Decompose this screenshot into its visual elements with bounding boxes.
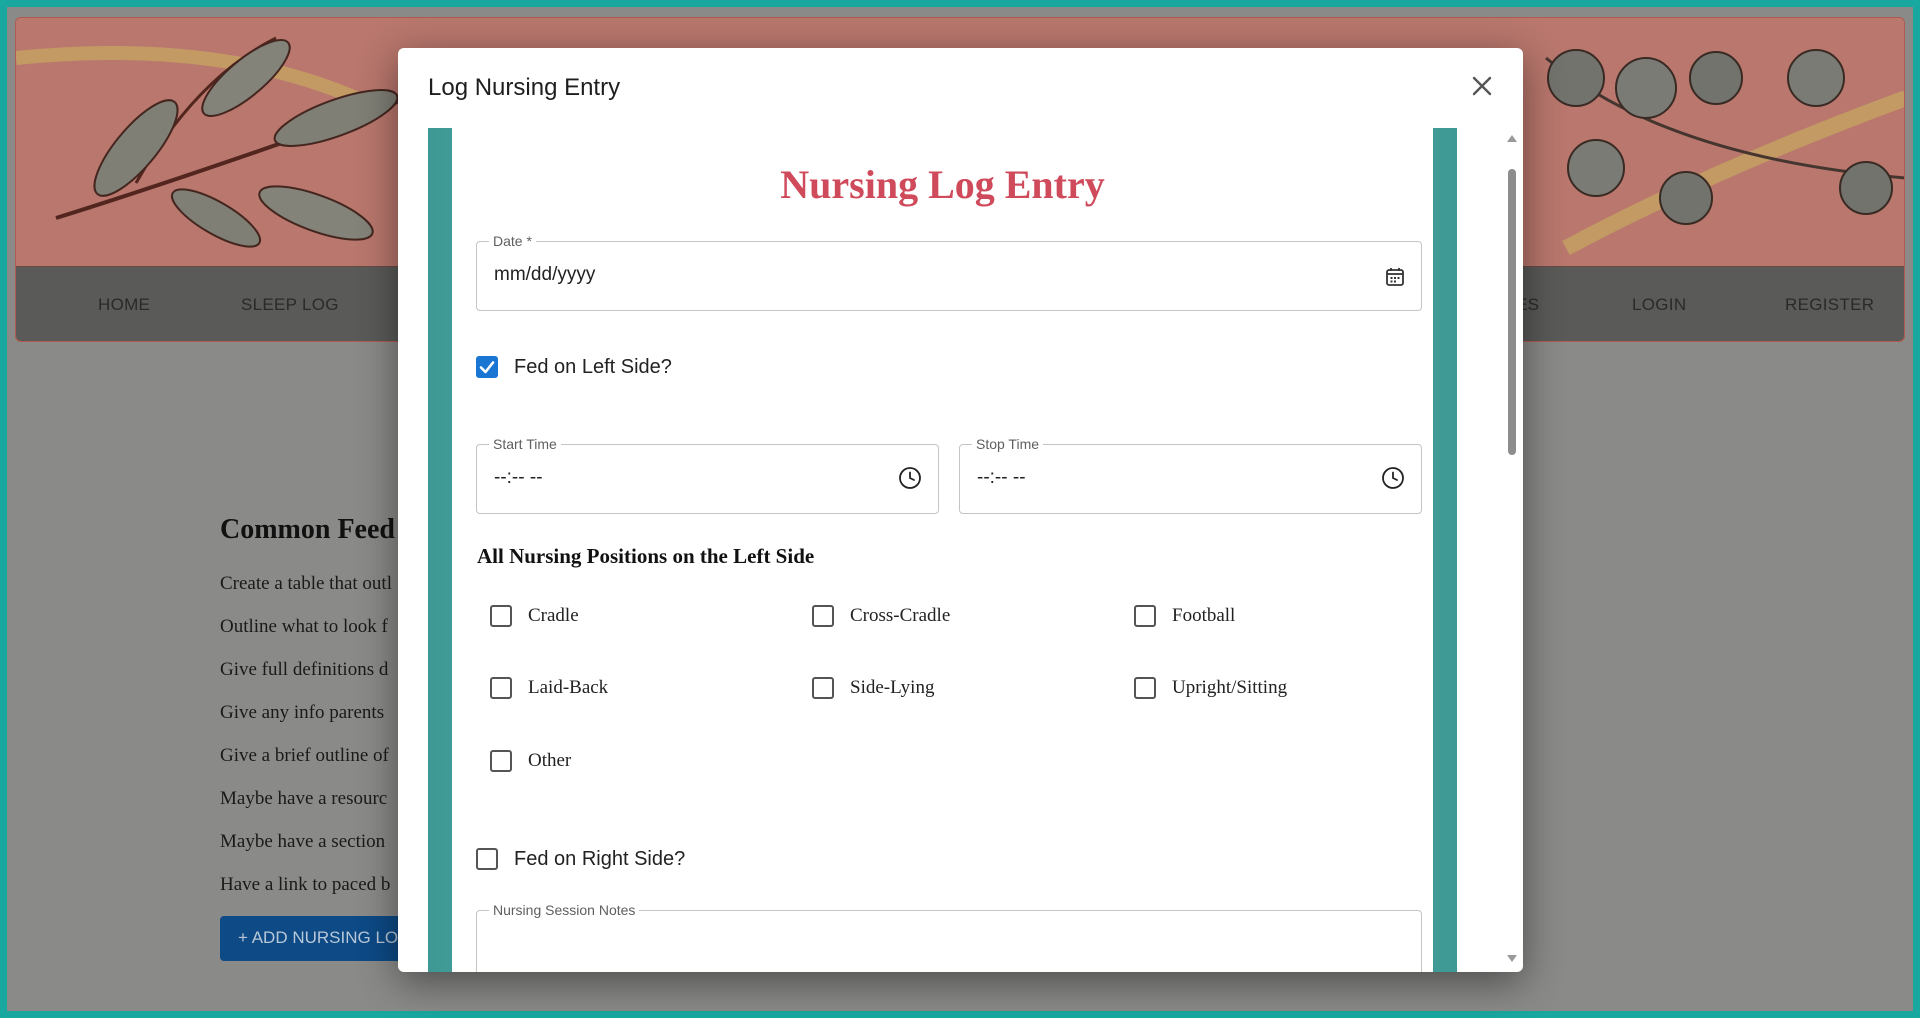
position-other-checkbox[interactable]	[490, 750, 512, 772]
calendar-icon[interactable]	[1383, 265, 1407, 289]
content-title: Common Feed	[220, 514, 395, 545]
fed-left-checkbox[interactable]: Fed on Left Side?	[476, 354, 726, 382]
start-time-label: Start Time	[489, 436, 561, 452]
clock-icon[interactable]	[898, 466, 922, 490]
position-label: Cradle	[528, 605, 579, 626]
date-field[interactable]: Date * mm/dd/yyyy	[476, 233, 1422, 311]
position-laid-back-checkbox[interactable]	[490, 677, 512, 699]
fed-right-checkbox[interactable]: Fed on Right Side?	[476, 846, 736, 874]
nursing-log-form: Nursing Log Entry Date * mm/dd/yyyy Fed …	[452, 128, 1433, 972]
scroll-thumb[interactable]	[1508, 169, 1516, 455]
fed-left-checkbox-box[interactable]	[476, 356, 498, 378]
position-cradle[interactable]: Cradle	[490, 602, 690, 632]
checkmark-icon	[479, 361, 495, 374]
position-label: Cross-Cradle	[850, 605, 951, 626]
close-icon	[1472, 76, 1492, 96]
content-line: Give a brief outline of	[220, 745, 389, 766]
content-line: Outline what to look f	[220, 616, 388, 637]
stop-time-label: Stop Time	[972, 436, 1044, 452]
nav-sleep-log[interactable]: SLEEP LOG	[241, 295, 339, 315]
position-label: Other	[528, 750, 572, 771]
position-cradle-checkbox[interactable]	[490, 605, 512, 627]
position-label: Football	[1172, 605, 1236, 626]
fed-right-label: Fed on Right Side?	[514, 848, 686, 870]
fed-right-checkbox-box[interactable]	[476, 848, 498, 870]
form-heading: Nursing Log Entry	[780, 162, 1105, 207]
nav-login[interactable]: LOGIN	[1632, 295, 1686, 315]
position-side-lying[interactable]: Side-Lying	[812, 674, 1012, 704]
position-football-checkbox[interactable]	[1134, 605, 1156, 627]
position-cross-cradle-checkbox[interactable]	[812, 605, 834, 627]
stop-time-field[interactable]: Stop Time --:-- --	[959, 436, 1422, 514]
fed-left-label: Fed on Left Side?	[514, 356, 672, 378]
position-label: Laid-Back	[528, 677, 609, 698]
position-cross-cradle[interactable]: Cross-Cradle	[812, 602, 1012, 632]
content-line: Have a link to paced b	[220, 874, 391, 895]
dialog-title: Log Nursing Entry	[428, 74, 621, 101]
position-other[interactable]: Other	[490, 747, 690, 777]
nav-register[interactable]: REGISTER	[1785, 295, 1874, 315]
add-nursing-log-button[interactable]: + ADD NURSING LO	[220, 916, 420, 961]
position-football[interactable]: Football	[1134, 602, 1334, 632]
dialog-body: Nursing Log Entry Date * mm/dd/yyyy Fed …	[428, 128, 1487, 972]
position-upright-sitting-checkbox[interactable]	[1134, 677, 1156, 699]
dialog-header: Log Nursing Entry	[398, 48, 1523, 128]
close-button[interactable]	[1466, 70, 1498, 102]
scroll-down-arrow-icon[interactable]	[1506, 954, 1518, 964]
start-time-value: --:-- --	[494, 467, 543, 488]
content-line: Maybe have a resourc	[220, 788, 388, 809]
nav-home[interactable]: HOME	[98, 295, 150, 315]
position-upright-sitting[interactable]: Upright/Sitting	[1134, 674, 1354, 704]
log-nursing-entry-dialog: Log Nursing Entry Nursing Log Entry Date…	[398, 48, 1523, 972]
content-line: Maybe have a section	[220, 831, 386, 852]
date-value: mm/dd/yyyy	[494, 264, 596, 285]
start-time-field[interactable]: Start Time --:-- --	[476, 436, 939, 514]
stop-time-value: --:-- --	[977, 467, 1026, 488]
scroll-up-arrow-icon[interactable]	[1506, 133, 1518, 143]
position-label: Side-Lying	[850, 677, 935, 698]
nursing-notes-field[interactable]: Nursing Session Notes	[476, 902, 1422, 972]
content-line: Give full definitions d	[220, 659, 389, 680]
date-label: Date *	[489, 233, 536, 249]
position-side-lying-checkbox[interactable]	[812, 677, 834, 699]
position-laid-back[interactable]: Laid-Back	[490, 674, 690, 704]
notes-label: Nursing Session Notes	[489, 902, 640, 918]
dialog-scrollbar[interactable]	[1505, 133, 1519, 966]
clock-icon[interactable]	[1381, 466, 1405, 490]
content-line: Create a table that outl	[220, 573, 392, 594]
position-label: Upright/Sitting	[1172, 677, 1288, 698]
content-line: Give any info parents	[220, 702, 385, 723]
left-positions-heading: All Nursing Positions on the Left Side	[477, 544, 815, 568]
